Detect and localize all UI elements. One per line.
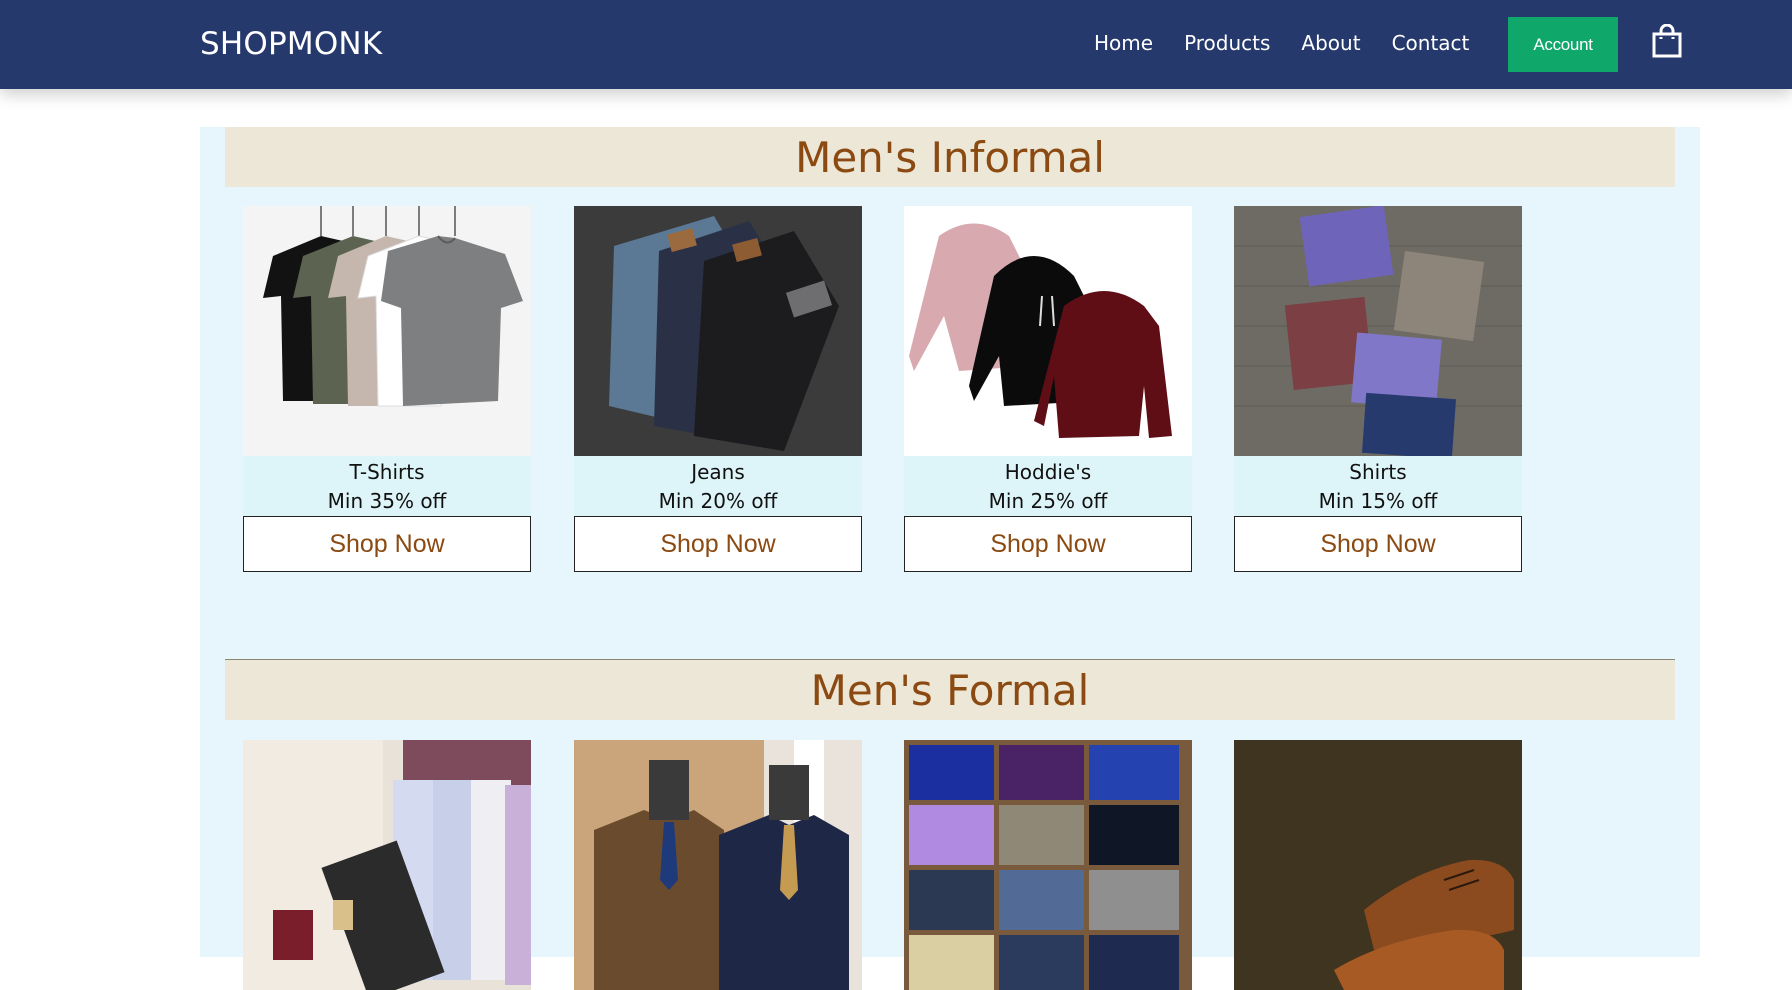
product-info: Hoddie's Min 25% off (904, 456, 1192, 516)
product-card-shirts: Shirts Min 15% off Shop Now (1234, 206, 1522, 572)
top-navbar: SHOPMONK Home Products About Contact Acc… (0, 0, 1792, 89)
shopping-bag-icon[interactable] (1652, 24, 1682, 58)
section-title-mens-formal: Men's Formal (225, 659, 1675, 720)
product-name: Shirts (1349, 460, 1407, 484)
nav-link-contact[interactable]: Contact (1392, 31, 1470, 55)
shop-now-button-hoodies[interactable]: Shop Now (904, 516, 1192, 572)
shoes-image[interactable] (1234, 740, 1522, 990)
nav-link-about[interactable]: About (1301, 31, 1360, 55)
product-card-shoes (1234, 740, 1522, 990)
section-title-mens-informal: Men's Informal (225, 127, 1675, 187)
tshirts-image[interactable] (243, 206, 531, 456)
product-offer: Min 25% off (988, 489, 1108, 513)
account-button[interactable]: Account (1508, 17, 1618, 72)
shop-now-button-tshirts[interactable]: Shop Now (243, 516, 531, 572)
product-card-hoodies: Hoddie's Min 25% off Shop Now (904, 206, 1192, 572)
product-offer: Min 35% off (327, 489, 447, 513)
nav-link-home[interactable]: Home (1094, 31, 1153, 55)
product-catalog: Men's Informal T-Shirts Min 35% off Shop… (200, 127, 1700, 990)
product-info: Shirts Min 15% off (1234, 456, 1522, 516)
product-card-suits (574, 740, 862, 990)
jeans-image[interactable] (574, 206, 862, 456)
shirts-image[interactable] (1234, 206, 1522, 456)
product-card-jeans: Jeans Min 20% off Shop Now (574, 206, 862, 572)
suits-image[interactable] (574, 740, 862, 990)
formal-shirts-image[interactable] (243, 740, 531, 990)
brand-logo[interactable]: SHOPMONK (200, 26, 382, 62)
nav-link-products[interactable]: Products (1184, 31, 1270, 55)
product-card-formal-shirts (243, 740, 531, 990)
product-card-trousers (904, 740, 1192, 990)
trousers-image[interactable] (904, 740, 1192, 990)
product-name: T-Shirts (349, 460, 425, 484)
product-name: Jeans (691, 460, 745, 484)
product-offer: Min 15% off (1318, 489, 1438, 513)
product-info: T-Shirts Min 35% off (243, 456, 531, 516)
product-info: Jeans Min 20% off (574, 456, 862, 516)
product-card-tshirts: T-Shirts Min 35% off Shop Now (243, 206, 531, 572)
shop-now-button-jeans[interactable]: Shop Now (574, 516, 862, 572)
product-offer: Min 20% off (658, 489, 778, 513)
product-name: Hoddie's (1004, 460, 1092, 484)
hoodies-image[interactable] (904, 206, 1192, 456)
shop-now-button-shirts[interactable]: Shop Now (1234, 516, 1522, 572)
nav-links: Home Products About Contact (1094, 31, 1500, 55)
